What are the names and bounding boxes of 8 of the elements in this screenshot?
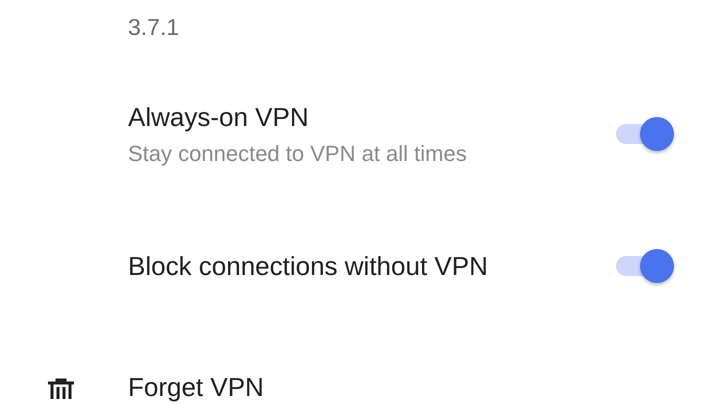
setting-title: Always-on VPN [128,102,310,132]
toggle-switch[interactable] [614,116,676,152]
version-number: 3.7.1 [128,14,180,40]
toggle-switch[interactable] [614,248,676,284]
trash-icon[interactable] [46,377,76,399]
forget-vpn-label[interactable]: Forget VPN [128,372,264,403]
setting-title: Block connections without VPN [128,250,488,282]
setting-summary: Stay connected to VPN at all times [128,140,467,166]
